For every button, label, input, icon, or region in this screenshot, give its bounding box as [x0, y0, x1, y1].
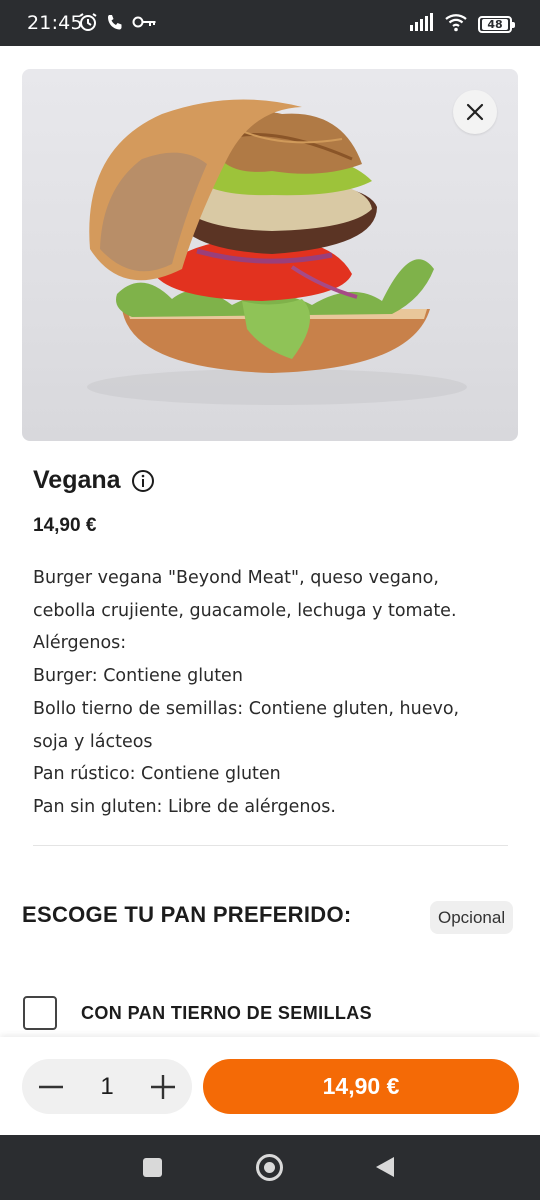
recents-icon[interactable] — [143, 1158, 162, 1177]
phone-icon — [106, 13, 124, 35]
description-line: Bollo tierno de semillas: Contiene glute… — [33, 698, 460, 719]
info-icon[interactable] — [131, 469, 155, 493]
back-icon[interactable] — [376, 1157, 394, 1177]
battery-level: 48 — [482, 18, 508, 30]
status-right-icons: 48 — [410, 12, 515, 36]
description-line: cebolla crujiente, guacamole, lechuga y … — [33, 600, 457, 621]
description-line: Alérgenos: — [33, 633, 127, 654]
description-line: Pan sin gluten: Libre de alérgenos. — [33, 796, 336, 817]
divider — [33, 845, 508, 846]
wifi-icon — [444, 12, 468, 36]
quantity-value: 1 — [100, 1072, 114, 1100]
description-line: Burger vegana "Beyond Meat", queso vegan… — [33, 568, 439, 588]
status-left-icons — [78, 12, 158, 36]
close-icon — [466, 103, 484, 121]
description-line: Pan rústico: Contiene gluten — [33, 764, 281, 785]
product-title: Vegana — [33, 466, 121, 494]
increment-button[interactable] — [148, 1072, 178, 1102]
option-label: CON PAN TIERNO DE SEMILLAS — [81, 1002, 373, 1023]
product-title-row: Vegana — [33, 466, 155, 495]
status-bar: 21:45 48 — [0, 0, 540, 46]
product-image — [22, 69, 518, 441]
add-to-cart-button[interactable]: 14,90 € — [203, 1059, 519, 1114]
option-checkbox[interactable] — [23, 996, 57, 1030]
home-icon[interactable] — [256, 1154, 283, 1181]
quantity-stepper: 1 — [22, 1059, 192, 1114]
status-time: 21:45 — [27, 12, 83, 34]
product-price: 14,90 € — [33, 515, 97, 536]
key-icon — [132, 14, 158, 34]
decrement-button[interactable] — [36, 1072, 66, 1102]
close-button[interactable] — [453, 90, 497, 134]
signal-icon — [410, 13, 434, 35]
system-nav-bar — [0, 1135, 540, 1200]
burger-illustration — [87, 99, 467, 405]
description-line: Burger: Contiene gluten — [33, 666, 243, 687]
optional-badge: Opcional — [430, 901, 514, 934]
section-title: ESCOGE TU PAN PREFERIDO: — [22, 902, 352, 927]
minus-icon — [39, 1085, 63, 1088]
plus-icon — [150, 1074, 175, 1099]
alarm-icon — [78, 12, 98, 36]
battery-icon: 48 — [478, 15, 515, 33]
product-description: Burger vegana "Beyond Meat", queso vegan… — [33, 562, 523, 824]
description-line: soja y lácteos — [33, 731, 153, 752]
option-pan-tierno-semillas[interactable]: CON PAN TIERNO DE SEMILLAS — [23, 996, 372, 1030]
